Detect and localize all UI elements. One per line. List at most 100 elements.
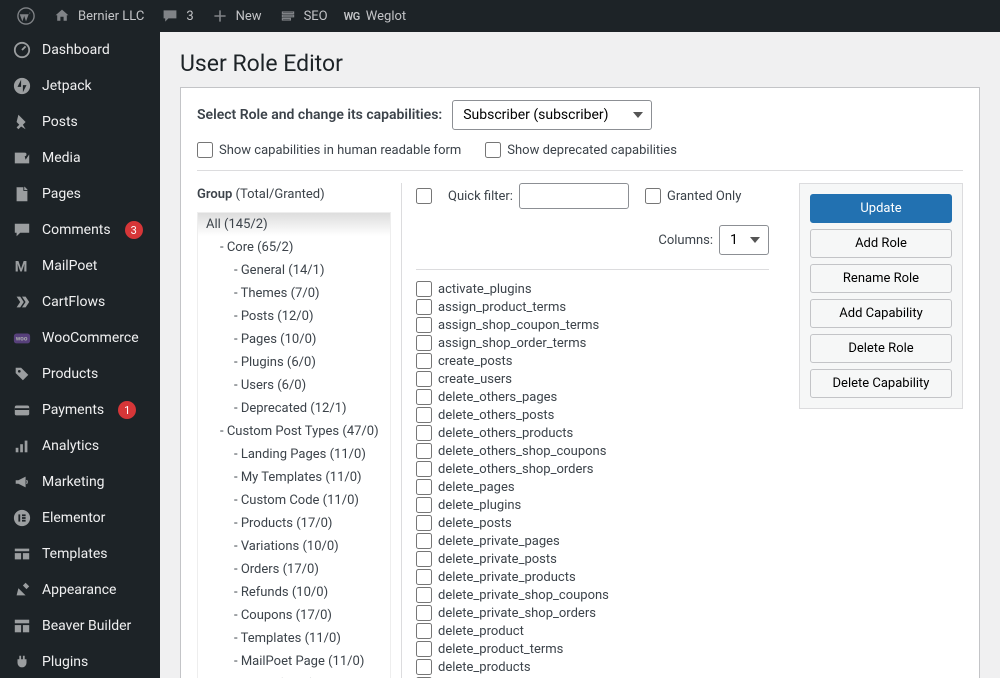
deprecated-checkbox[interactable] <box>485 142 501 158</box>
capability-item[interactable]: delete_product <box>416 622 769 640</box>
capability-item[interactable]: assign_product_terms <box>416 298 769 316</box>
capability-checkbox[interactable] <box>416 641 432 657</box>
group-item[interactable]: - Custom Post Types (47/0) <box>198 420 390 443</box>
group-item[interactable]: - Deprecated (12/1) <box>198 397 390 420</box>
sidebar-item-comments[interactable]: Comments3 <box>0 212 160 248</box>
delete-capability-button[interactable]: Delete Capability <box>810 369 952 398</box>
human-readable-toggle[interactable]: Show capabilities in human readable form <box>197 142 461 158</box>
group-item[interactable]: - Custom Code (11/0) <box>198 489 390 512</box>
sidebar-item-products[interactable]: Products <box>0 356 160 392</box>
capability-checkbox[interactable] <box>416 587 432 603</box>
sidebar-item-payments[interactable]: Payments1 <box>0 392 160 428</box>
toolbar-comments[interactable]: 3 <box>152 0 201 32</box>
capability-item[interactable]: delete_private_products <box>416 568 769 586</box>
group-item[interactable]: - Orders (17/0) <box>198 558 390 581</box>
capability-item[interactable]: delete_others_shop_orders <box>416 460 769 478</box>
group-item[interactable]: - Coupons (17/0) <box>198 604 390 627</box>
capability-checkbox[interactable] <box>416 461 432 477</box>
capability-checkbox[interactable] <box>416 659 432 675</box>
capability-checkbox[interactable] <box>416 335 432 351</box>
group-item[interactable]: All (145/2) <box>198 213 390 236</box>
sidebar-item-marketing[interactable]: Marketing <box>0 464 160 500</box>
capability-item[interactable]: create_posts <box>416 352 769 370</box>
sidebar-item-mailpoet[interactable]: MMailPoet <box>0 248 160 284</box>
update-button[interactable]: Update <box>810 194 952 223</box>
toolbar-seo[interactable]: SEO <box>270 0 336 32</box>
capability-item[interactable]: delete_others_products <box>416 424 769 442</box>
sidebar-item-analytics[interactable]: Analytics <box>0 428 160 464</box>
sidebar-item-jetpack[interactable]: Jetpack <box>0 68 160 104</box>
capability-checkbox[interactable] <box>416 533 432 549</box>
group-item[interactable]: - Users (6/0) <box>198 374 390 397</box>
group-item[interactable]: - MailPoet Page (11/0) <box>198 650 390 673</box>
granted-only-checkbox[interactable] <box>645 188 661 204</box>
role-select[interactable]: Subscriber (subscriber) <box>452 100 652 130</box>
group-item[interactable]: - Refunds (10/0) <box>198 581 390 604</box>
group-item[interactable]: - Landing Pages (11/0) <box>198 443 390 466</box>
columns-select[interactable]: 1 <box>719 225 769 255</box>
capability-checkbox[interactable] <box>416 623 432 639</box>
group-item[interactable]: - Core (65/2) <box>198 236 390 259</box>
group-item[interactable]: - Posts (12/0) <box>198 305 390 328</box>
sidebar-item-elementor[interactable]: Elementor <box>0 500 160 536</box>
sidebar-item-pages[interactable]: Pages <box>0 176 160 212</box>
capability-item[interactable]: delete_private_shop_coupons <box>416 586 769 604</box>
toolbar-weglot[interactable]: WG Weglot <box>336 0 415 32</box>
group-item[interactable]: - Themes (7/0) <box>198 282 390 305</box>
sidebar-item-woocommerce[interactable]: wooWooCommerce <box>0 320 160 356</box>
sidebar-item-templates[interactable]: Templates <box>0 536 160 572</box>
group-item[interactable]: - Templates (11/0) <box>198 627 390 650</box>
capability-checkbox[interactable] <box>416 371 432 387</box>
group-item[interactable]: - My Templates (11/0) <box>198 466 390 489</box>
sidebar-item-beaver-builder[interactable]: Beaver Builder <box>0 608 160 644</box>
sidebar-item-plugins[interactable]: Plugins <box>0 644 160 678</box>
capability-checkbox[interactable] <box>416 515 432 531</box>
sidebar-item-cartflows[interactable]: CartFlows <box>0 284 160 320</box>
capability-checkbox[interactable] <box>416 425 432 441</box>
quick-filter-input[interactable] <box>519 183 629 209</box>
capability-checkbox[interactable] <box>416 443 432 459</box>
capability-checkbox[interactable] <box>416 281 432 297</box>
capability-checkbox[interactable] <box>416 299 432 315</box>
capability-item[interactable]: assign_shop_order_terms <box>416 334 769 352</box>
group-item[interactable]: - Plugins (6/0) <box>198 351 390 374</box>
select-all-checkbox[interactable] <box>416 188 432 204</box>
human-readable-checkbox[interactable] <box>197 142 213 158</box>
sidebar-item-dashboard[interactable]: Dashboard <box>0 32 160 68</box>
group-item[interactable]: - Flows (11/0) <box>198 673 390 678</box>
delete-role-button[interactable]: Delete Role <box>810 334 952 363</box>
sidebar-item-appearance[interactable]: Appearance <box>0 572 160 608</box>
capability-item[interactable]: delete_product_terms <box>416 640 769 658</box>
capability-checkbox[interactable] <box>416 551 432 567</box>
capability-item[interactable]: delete_private_posts <box>416 550 769 568</box>
add-capability-button[interactable]: Add Capability <box>810 299 952 328</box>
capability-item[interactable]: activate_plugins <box>416 280 769 298</box>
site-name-link[interactable]: Bernier LLC <box>44 0 152 32</box>
capability-checkbox[interactable] <box>416 479 432 495</box>
capability-checkbox[interactable] <box>416 317 432 333</box>
capability-checkbox[interactable] <box>416 497 432 513</box>
capability-item[interactable]: create_users <box>416 370 769 388</box>
capability-checkbox[interactable] <box>416 353 432 369</box>
capability-item[interactable]: delete_pages <box>416 478 769 496</box>
add-role-button[interactable]: Add Role <box>810 229 952 258</box>
wp-logo[interactable] <box>8 0 44 32</box>
capability-item[interactable]: delete_others_shop_coupons <box>416 442 769 460</box>
capability-item[interactable]: delete_private_shop_orders <box>416 604 769 622</box>
capability-item[interactable]: delete_plugins <box>416 496 769 514</box>
capability-checkbox[interactable] <box>416 407 432 423</box>
group-item[interactable]: - Products (17/0) <box>198 512 390 535</box>
capability-item[interactable]: delete_private_pages <box>416 532 769 550</box>
deprecated-toggle[interactable]: Show deprecated capabilities <box>485 142 677 158</box>
group-item[interactable]: - Pages (10/0) <box>198 328 390 351</box>
capability-checkbox[interactable] <box>416 389 432 405</box>
capability-item[interactable]: delete_posts <box>416 514 769 532</box>
capability-item[interactable]: assign_shop_coupon_terms <box>416 316 769 334</box>
sidebar-item-posts[interactable]: Posts <box>0 104 160 140</box>
sidebar-item-media[interactable]: Media <box>0 140 160 176</box>
capability-checkbox[interactable] <box>416 569 432 585</box>
capability-item[interactable]: delete_others_posts <box>416 406 769 424</box>
capability-item[interactable]: delete_others_pages <box>416 388 769 406</box>
rename-role-button[interactable]: Rename Role <box>810 264 952 293</box>
capability-item[interactable]: delete_products <box>416 658 769 676</box>
